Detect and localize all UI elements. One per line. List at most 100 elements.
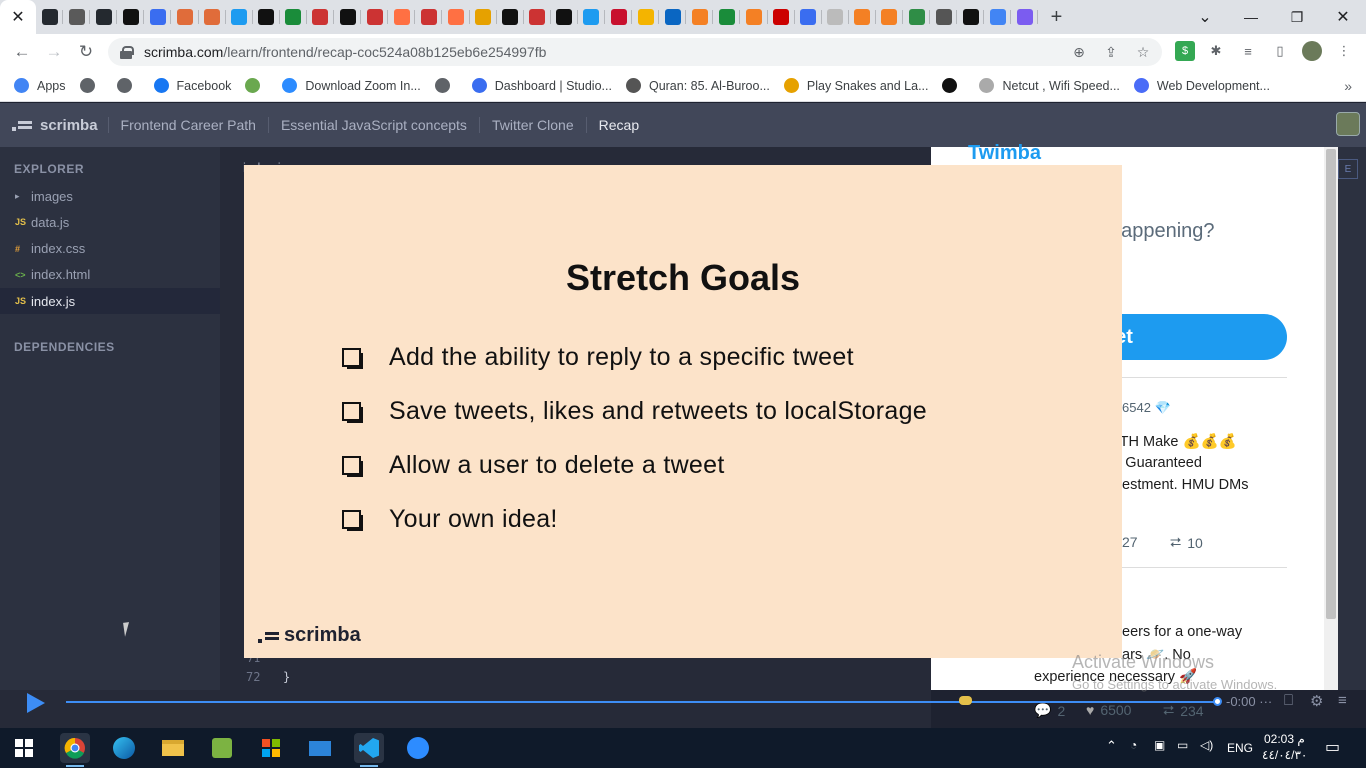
side-panel-icon[interactable]: ▯ [1270,41,1290,61]
windows-start-icon[interactable] [9,733,39,763]
reload-icon[interactable]: ↻ [70,36,102,68]
breadcrumb-item[interactable]: Recap [585,117,651,133]
tab-favicon-icon[interactable] [226,0,253,34]
tab-favicon-icon[interactable] [984,0,1012,34]
android-taskbar-icon[interactable] [207,733,237,763]
profile-avatar[interactable] [1302,41,1322,61]
menu-dots-icon[interactable]: ⋮ [1334,41,1354,61]
bookmark-item[interactable]: Netcut , Wifi Speed... [979,78,1120,93]
tab-favicon-icon[interactable] [144,0,172,34]
tab-favicon-icon[interactable] [632,0,660,34]
tab-favicon-icon[interactable] [930,0,958,34]
settings-icon[interactable]: ⚙ [1310,692,1323,710]
store-taskbar-icon[interactable] [256,733,286,763]
network-icon[interactable]: ◔ [1130,738,1137,752]
minimize-button[interactable]: — [1228,0,1274,34]
bookmark-item[interactable] [79,78,103,93]
bookmark-item[interactable]: Dashboard | Studio... [471,78,612,93]
mail-taskbar-icon[interactable] [305,733,335,763]
address-bar[interactable]: scrimba.com/learn/frontend/recap-coc524a… [108,38,1162,66]
tab-favicon-icon[interactable] [768,0,795,34]
tab-favicon-icon[interactable] [117,0,145,34]
bookmark-item[interactable]: Facebook [153,78,231,93]
tab-favicon-icon[interactable] [1011,0,1039,34]
file-item[interactable]: ▸ images [0,183,220,209]
tab-favicon-icon[interactable] [876,0,904,34]
tab-favicon-icon[interactable] [415,0,443,34]
tab-favicon-icon[interactable] [253,0,280,34]
tab-favicon-icon[interactable] [740,0,768,34]
volume-icon[interactable]: ◁) [1200,738,1213,752]
like-count[interactable]: ♥ 6500 [1086,702,1131,718]
camera-icon[interactable]: ▣ [1154,738,1165,752]
back-arrow-icon[interactable]: ← [6,36,38,68]
play-icon[interactable] [27,693,45,713]
tab-favicon-icon[interactable] [280,0,308,34]
bookmark-item[interactable]: Play Snakes and La... [783,78,928,93]
bookmarks-overflow-icon[interactable]: » [1344,78,1352,94]
tab-favicon-icon[interactable] [497,0,524,34]
vscode-taskbar-icon[interactable] [354,733,384,767]
preview-tab[interactable]: E [1338,159,1358,179]
tab-favicon-icon[interactable] [578,0,606,34]
tab-favicon-icon[interactable] [713,0,741,34]
clock-date[interactable]: ٤٤/٠٤/٣٠ [1262,748,1307,762]
tab-favicon-icon[interactable] [686,0,714,34]
dollar-extension-icon[interactable]: $ [1175,41,1195,61]
clock-time[interactable]: 02:03 م [1264,732,1305,746]
bookmark-item[interactable]: Quran: 85. Al-Buroo... [625,78,770,93]
tab-favicon-icon[interactable] [63,0,91,34]
file-item[interactable]: <> index.html [0,262,220,288]
tab-favicon-icon[interactable] [849,0,877,34]
zoom-icon[interactable]: ⊕ [1068,42,1090,62]
tab-favicon-icon[interactable] [903,0,931,34]
tab-favicon-icon[interactable] [659,0,687,34]
tab-favicon-icon[interactable] [822,0,849,34]
share-icon[interactable]: ⇪ [1100,42,1122,62]
tab-favicon-icon[interactable] [334,0,362,34]
tab-favicon-icon[interactable] [307,0,335,34]
tab-favicon-icon[interactable] [388,0,416,34]
battery-icon[interactable]: ▭ [1177,738,1188,752]
reply-count[interactable]: 💬 2 [1034,702,1065,719]
bookmark-icon[interactable]: ⎕ [1284,692,1293,709]
scrimba-logo[interactable]: scrimba [12,117,98,134]
tab-favicon-icon[interactable] [199,0,226,34]
forward-arrow-icon[interactable]: → [38,36,70,68]
breadcrumb-item[interactable]: Essential JavaScript concepts [267,117,479,133]
reply-count[interactable]: 27 [1122,534,1138,550]
tab-favicon-icon[interactable] [36,0,64,34]
user-avatar[interactable] [1336,112,1360,136]
dependencies-heading[interactable]: DEPENDENCIES [14,340,115,354]
tab-search-button[interactable]: ⌄ [1182,0,1228,34]
bookmark-item[interactable]: Download Zoom In... [282,78,421,93]
breadcrumb-item[interactable]: Frontend Career Path [107,117,268,133]
edge-taskbar-icon[interactable] [109,733,139,763]
tab-favicon-icon[interactable] [551,0,578,34]
tab-favicon-icon[interactable] [442,0,470,34]
url-text[interactable]: scrimba.com/learn/frontend/recap-coc524a… [144,44,546,60]
seek-marker-icon[interactable] [959,696,972,705]
bookmark-item[interactable]: Apps [14,78,66,93]
file-item[interactable]: JS index.js [0,288,220,315]
menu-icon[interactable]: ≡ [1338,692,1347,709]
notifications-icon[interactable]: ▭ [1325,737,1340,757]
star-icon[interactable]: ☆ [1132,42,1154,62]
new-tab-button[interactable]: + [1038,0,1074,34]
bookmark-item[interactable] [942,78,965,93]
zoom-taskbar-icon[interactable] [403,733,433,763]
tab-favicon-icon[interactable] [795,0,822,34]
tab-favicon-icon[interactable] [605,0,633,34]
file-explorer-taskbar-icon[interactable] [158,733,188,763]
seek-bar[interactable] [66,701,1218,703]
bookmark-item[interactable] [116,78,140,93]
tray-chevron-icon[interactable]: ⌃ [1106,738,1117,754]
bookmark-item[interactable] [434,78,458,93]
retweet-count[interactable]: ⮂ 10 [1170,534,1203,551]
bookmark-item[interactable] [245,78,268,93]
language-indicator[interactable]: ENG [1227,741,1253,755]
tab-favicon-icon[interactable] [957,0,985,34]
tab-favicon-icon[interactable] [171,0,199,34]
tweet-input-placeholder[interactable]: nappening? [1110,220,1215,243]
preview-scrollbar[interactable] [1324,147,1338,690]
